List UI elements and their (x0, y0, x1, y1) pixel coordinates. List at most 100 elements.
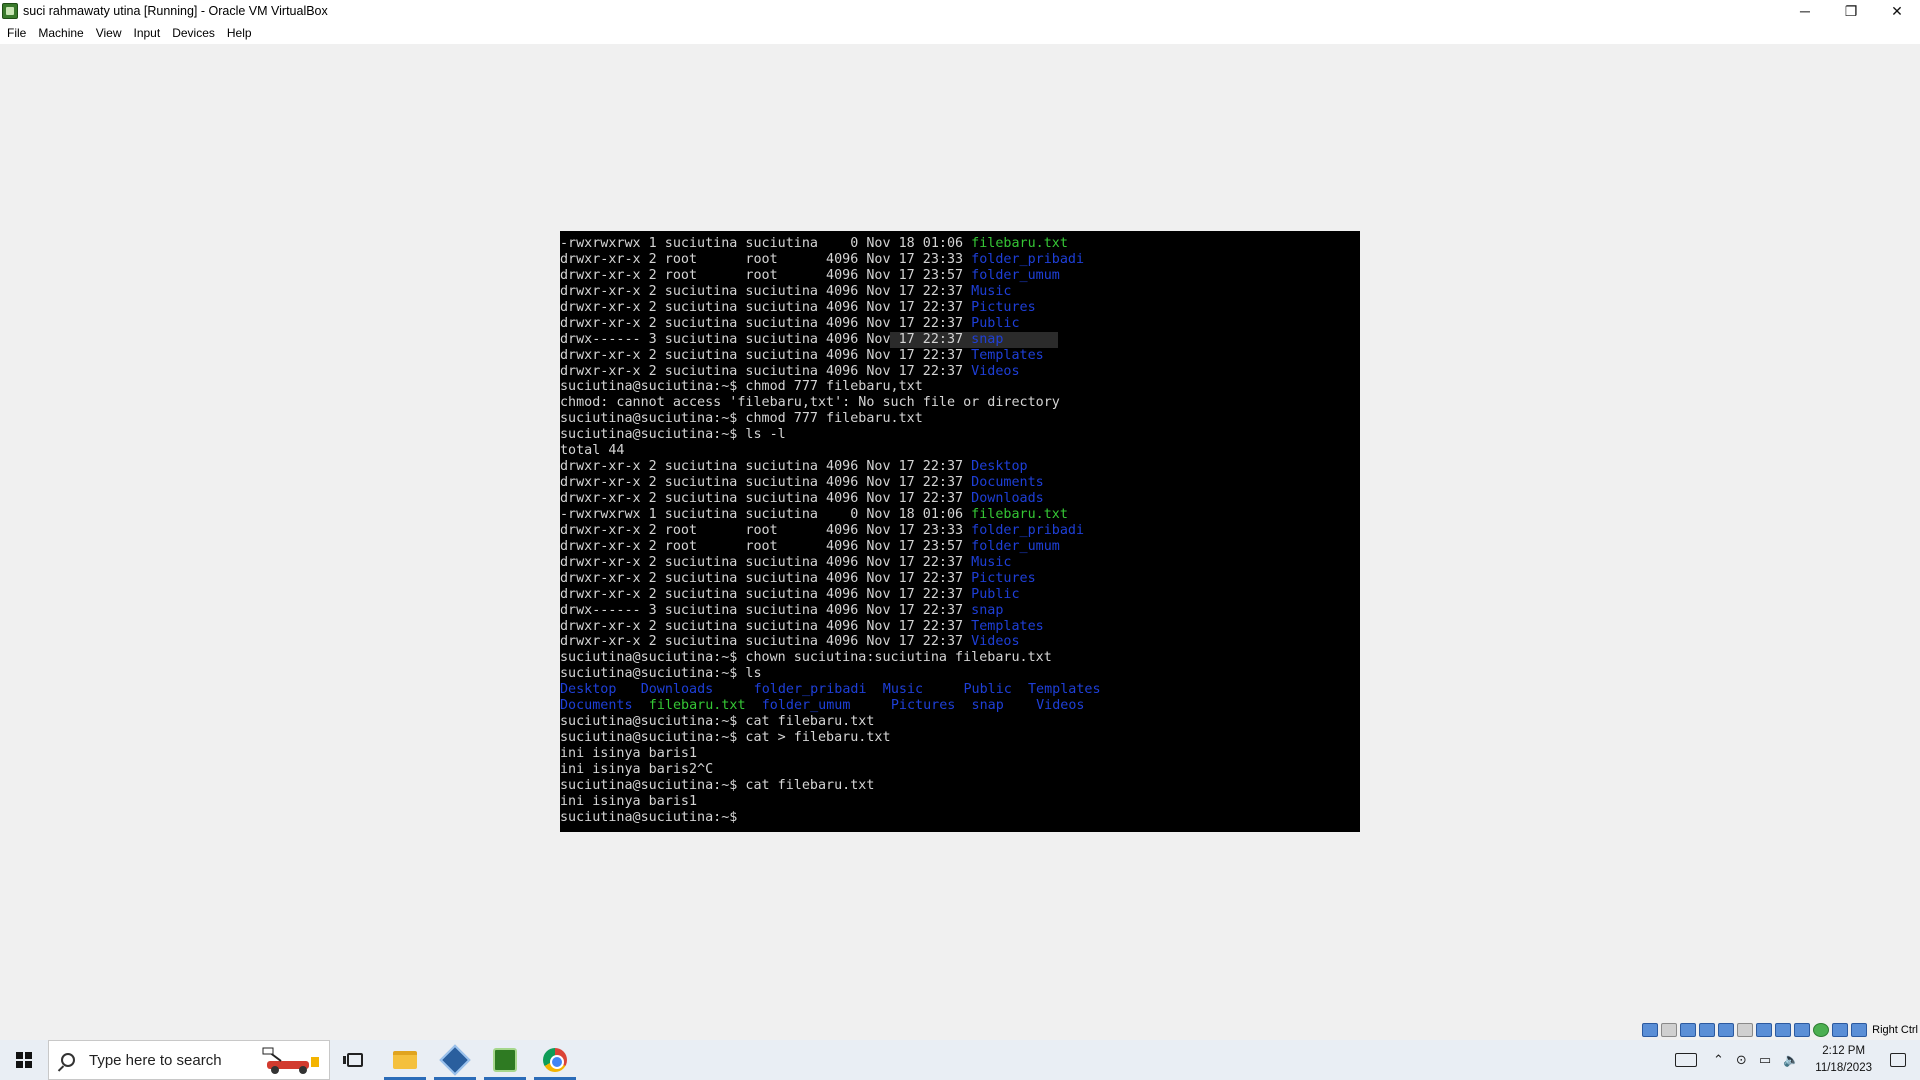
menu-view[interactable]: View (90, 22, 128, 44)
network-status-icon[interactable]: ▭ (1759, 1052, 1771, 1068)
ls-long-filename: snap (971, 331, 1004, 347)
usb-icon[interactable] (1718, 1023, 1735, 1037)
terminal-line: ini isinya baris1 (560, 793, 698, 809)
host-key-label: Right Ctrl (1872, 1024, 1918, 1036)
ls-long-metadata: drwxr-xr-x 2 suciutina suciutina 4096 No… (560, 299, 972, 315)
ls-long-metadata: drwxr-xr-x 2 root root 4096 Nov 17 23:57 (560, 538, 972, 554)
recording-icon[interactable] (1775, 1023, 1792, 1037)
terminal-line: drwxr-xr-x 2 suciutina suciutina 4096 No… (560, 316, 1360, 332)
search-icon (61, 1053, 75, 1067)
terminal-line: total 44 (560, 443, 625, 459)
terminal-ls-row: Documents filebaru.txt folder_umum Pictures… (560, 698, 1360, 714)
terminal-line: suciutina@suciutina:~$ cat filebaru.txt (560, 777, 875, 793)
network-icon[interactable] (1699, 1023, 1716, 1037)
terminal-line: suciutina@suciutina:~$ chmod 777 filebar… (560, 411, 923, 427)
shared-folder-icon[interactable] (1737, 1023, 1754, 1037)
clock-date: 11/18/2023 (1815, 1062, 1872, 1074)
optical-drive-icon[interactable] (1661, 1023, 1678, 1037)
clock-time: 2:12 PM (1822, 1045, 1866, 1057)
integration-icon[interactable] (1832, 1023, 1849, 1037)
vm-window-button[interactable] (480, 1040, 530, 1080)
file-explorer-button[interactable] (380, 1040, 430, 1080)
terminal-line: drwxr-xr-x 2 suciutina suciutina 4096 No… (560, 491, 1360, 507)
show-hidden-icons-icon[interactable]: ⌃ (1713, 1052, 1724, 1068)
vm-terminal-console[interactable]: -rwxrwxrwx 1 suciutina suciutina 0 Nov 1… (560, 231, 1360, 832)
terminal-line: drwxr-xr-x 2 suciutina suciutina 4096 No… (560, 364, 1360, 380)
menu-input[interactable]: Input (128, 22, 167, 44)
ls-long-filename: Templates (971, 347, 1044, 363)
ls-long-metadata: drwxr-xr-x 2 root root 4096 Nov 17 23:33 (560, 251, 972, 267)
terminal-line: drwxr-xr-x 2 suciutina suciutina 4096 No… (560, 571, 1360, 587)
ls-long-filename: folder_umum (971, 267, 1060, 283)
terminal-line: chmod: cannot access 'filebaru,txt': No … (560, 395, 1060, 411)
terminal-line: drwxr-xr-x 2 root root 4096 Nov 17 23:33… (560, 252, 1360, 268)
ls-entry: folder_umum (761, 698, 851, 714)
ls-long-filename: filebaru.txt (971, 506, 1068, 522)
chrome-button[interactable] (530, 1040, 580, 1080)
menu-file[interactable]: File (1, 22, 32, 44)
display-icon[interactable] (1756, 1023, 1773, 1037)
ls-long-metadata: drwx------ 3 suciutina suciutina 4096 No… (560, 602, 972, 618)
vm-mouse-icon[interactable] (1794, 1023, 1811, 1037)
taskbar-search-box[interactable]: Type here to search (48, 1040, 330, 1080)
restore-button[interactable]: ❐ (1828, 0, 1874, 22)
ls-long-metadata: drwxr-xr-x 2 suciutina suciutina 4096 No… (560, 363, 972, 379)
cpu-icon[interactable] (1813, 1023, 1830, 1037)
taskbar-clock[interactable]: 2:12 PM 11/18/2023 (1815, 1043, 1872, 1077)
ls-long-metadata: drwxr-xr-x 2 suciutina suciutina 4096 No… (560, 491, 972, 506)
terminal-line: drwx------ 3 suciutina suciutina 4096 No… (560, 603, 1360, 619)
notification-center-icon[interactable] (1890, 1053, 1906, 1067)
ls-long-filename: Videos (971, 363, 1020, 379)
terminal-line: suciutina@suciutina:~$ cat > filebaru.tx… (560, 730, 891, 746)
ls-long-metadata: drwxr-xr-x 2 suciutina suciutina 4096 No… (560, 586, 972, 602)
ls-long-filename: Videos (971, 634, 1020, 650)
task-view-button[interactable] (330, 1040, 380, 1080)
terminal-line: ini isinya baris2^C (560, 761, 714, 777)
terminal-line: suciutina@suciutina:~$ ls -l (560, 427, 786, 443)
ls-long-metadata: drwxr-xr-x 2 suciutina suciutina 4096 No… (560, 315, 972, 331)
window-title: suci rahmawaty utina [Running] - Oracle … (23, 4, 328, 18)
ls-entry: Desktop (560, 682, 617, 698)
audio-icon[interactable] (1680, 1023, 1697, 1037)
ls-long-metadata: drwxr-xr-x 2 root root 4096 Nov 17 23:33 (560, 522, 972, 538)
ls-long-metadata: drwxr-xr-x 2 suciutina suciutina 4096 No… (560, 634, 972, 650)
menu-devices[interactable]: Devices (166, 22, 221, 44)
keyboard-capture-icon[interactable] (1851, 1023, 1868, 1037)
vm-display-area[interactable]: -rwxrwxrwx 1 suciutina suciutina 0 Nov 1… (0, 44, 1920, 1031)
menu-bar: File Machine View Input Devices Help (0, 22, 1920, 44)
touch-keyboard-icon[interactable] (1675, 1053, 1697, 1067)
ls-long-metadata: drwxr-xr-x 2 suciutina suciutina 4096 No… (560, 347, 972, 363)
volume-muted-icon[interactable]: 🔈 (1783, 1052, 1799, 1068)
windows-taskbar: Type here to search ⌃ ⊙ ▭ 🔈 2:12 PM 11/1… (0, 1040, 1920, 1080)
start-button[interactable] (0, 1040, 48, 1080)
terminal-line: ini isinya baris1 (560, 746, 698, 761)
ls-entry: Videos (1036, 698, 1085, 714)
ls-long-filename: Documents (971, 475, 1044, 491)
ls-long-filename: folder_umum (971, 538, 1060, 554)
terminal-line: drwxr-xr-x 2 suciutina suciutina 4096 No… (560, 619, 1360, 635)
window-titlebar[interactable]: suci rahmawaty utina [Running] - Oracle … (0, 0, 1920, 22)
windows-logo-icon (16, 1052, 32, 1068)
hard-disk-icon[interactable] (1642, 1023, 1659, 1037)
terminal-line: drwxr-xr-x 2 suciutina suciutina 4096 No… (560, 555, 1360, 571)
webcam-icon[interactable]: ⊙ (1736, 1052, 1747, 1068)
ls-long-filename: Desktop (971, 459, 1028, 475)
menu-machine[interactable]: Machine (32, 22, 89, 44)
window-controls: ─ ❐ ✕ (1782, 0, 1920, 22)
chrome-icon (543, 1048, 567, 1072)
ls-long-filename: Downloads (971, 491, 1044, 506)
terminal-line: -rwxrwxrwx 1 suciutina suciutina 0 Nov 1… (560, 236, 1360, 252)
ls-entry: snap (971, 698, 1004, 714)
file-explorer-icon (393, 1051, 417, 1069)
terminal-line: drwxr-xr-x 2 root root 4096 Nov 17 23:57… (560, 539, 1360, 555)
virtualbox-manager-button[interactable] (430, 1040, 480, 1080)
menu-help[interactable]: Help (221, 22, 258, 44)
terminal-line: suciutina@suciutina:~$ chmod 777 filebar… (560, 379, 923, 395)
ls-long-metadata: drwxr-xr-x 2 root root 4096 Nov 17 23:57 (560, 267, 972, 283)
close-button[interactable]: ✕ (1874, 0, 1920, 22)
ls-long-metadata: drwxr-xr-x 2 suciutina suciutina 4096 No… (560, 570, 972, 586)
ls-entry: Pictures (890, 698, 956, 714)
ls-long-filename: Pictures (971, 299, 1036, 315)
ls-long-metadata: drwxr-xr-x 2 suciutina suciutina 4096 No… (560, 554, 972, 570)
minimize-button[interactable]: ─ (1782, 0, 1828, 22)
